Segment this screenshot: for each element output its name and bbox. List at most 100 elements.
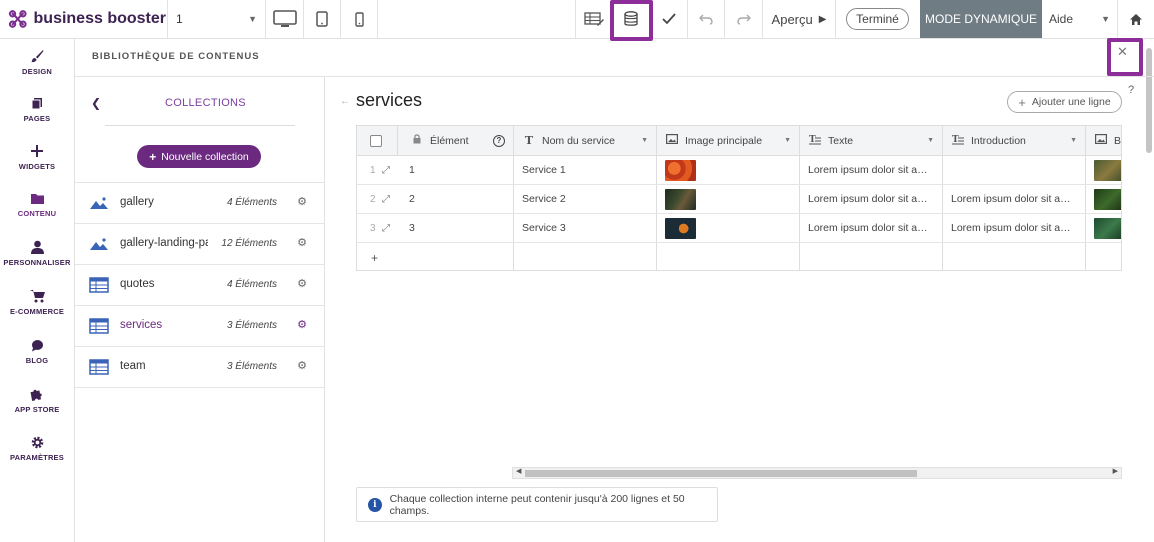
desktop-view-button[interactable] bbox=[266, 0, 304, 38]
mobile-view-button[interactable] bbox=[341, 0, 378, 38]
cell-partial[interactable] bbox=[1086, 185, 1121, 213]
column-header-nom-du-service[interactable]: T Nom du service ▼ bbox=[514, 126, 657, 155]
nav-ecommerce[interactable]: E-COMMERCE bbox=[0, 279, 74, 325]
tablet-icon bbox=[316, 11, 328, 27]
help-menu[interactable]: Aide ▼ bbox=[1042, 0, 1118, 38]
collection-item-team[interactable]: team 3 Éléments ⚙ bbox=[75, 347, 325, 388]
new-row[interactable]: + bbox=[357, 243, 1121, 270]
nav-pages[interactable]: PAGES bbox=[0, 86, 74, 132]
back-chevron-icon[interactable]: ❮ bbox=[91, 96, 101, 110]
page-selector[interactable]: 1 ▼ bbox=[167, 0, 266, 38]
column-header-partial[interactable]: Ba bbox=[1086, 126, 1121, 155]
select-all-checkbox[interactable] bbox=[370, 134, 382, 147]
nav-label: E-COMMERCE bbox=[9, 307, 65, 316]
cell-value: 2 bbox=[409, 193, 415, 205]
table-edit-button[interactable] bbox=[575, 0, 612, 38]
horizontal-scrollbar[interactable]: ◀ ▶ bbox=[512, 467, 1122, 479]
validate-button[interactable] bbox=[650, 0, 688, 38]
undo-button[interactable] bbox=[688, 0, 725, 38]
cell-element[interactable]: 3 bbox=[398, 214, 514, 242]
scrollbar-thumb[interactable] bbox=[525, 470, 917, 477]
collection-item-services[interactable]: services 3 Éléments ⚙ bbox=[75, 306, 325, 347]
gear-icon[interactable]: ⚙ bbox=[297, 236, 307, 249]
logo[interactable]: business booster bbox=[8, 3, 166, 35]
chevron-down-icon: ▼ bbox=[1101, 14, 1110, 24]
redo-icon bbox=[736, 14, 751, 25]
table-row[interactable]: 2 ⤢ 2 Service 2 Lorem ipsum dolor sit am… bbox=[357, 185, 1121, 214]
nav-label: BLOG bbox=[25, 356, 49, 365]
cell-image-principale[interactable] bbox=[657, 185, 800, 213]
pages-icon bbox=[31, 95, 43, 111]
gear-icon[interactable]: ⚙ bbox=[297, 277, 307, 290]
cell-introduction[interactable]: Lorem ipsum dolor sit amet bbox=[943, 185, 1086, 213]
cell-nom-du-service[interactable]: Service 2 bbox=[514, 185, 657, 213]
nav-design[interactable]: DESIGN bbox=[0, 39, 74, 85]
plus-icon[interactable]: + bbox=[371, 251, 378, 265]
desktop-icon bbox=[272, 10, 297, 27]
table-icon bbox=[89, 318, 109, 334]
scroll-right-icon[interactable]: ▶ bbox=[1113, 467, 1118, 475]
done-button[interactable]: Terminé bbox=[846, 8, 909, 30]
table-row[interactable]: 1 ⤢ 1 Service 1 Lorem ipsum dolor sit am… bbox=[357, 156, 1121, 185]
collection-name: team bbox=[120, 360, 146, 372]
nav-app-store[interactable]: APP STORE bbox=[0, 377, 74, 423]
cell-nom-du-service[interactable]: Service 1 bbox=[514, 156, 657, 184]
nav-label: CONTENU bbox=[17, 209, 57, 218]
cell-nom-du-service[interactable]: Service 3 bbox=[514, 214, 657, 242]
gallery-icon bbox=[90, 238, 108, 250]
expand-icon[interactable]: ⤢ bbox=[382, 165, 390, 176]
cell-image-principale[interactable] bbox=[657, 214, 800, 242]
folder-icon bbox=[30, 190, 44, 206]
nav-widgets[interactable]: WIDGETS bbox=[0, 134, 74, 180]
column-header-texte[interactable]: T Texte ▼ bbox=[800, 126, 943, 155]
nav-blog[interactable]: BLOG bbox=[0, 328, 74, 374]
table-edit-icon bbox=[583, 12, 604, 26]
nav-parametres[interactable]: PARAMÈTRES bbox=[0, 425, 74, 471]
cell-partial[interactable] bbox=[1086, 214, 1121, 242]
gear-icon[interactable]: ⚙ bbox=[297, 195, 307, 208]
redo-button[interactable] bbox=[725, 0, 763, 38]
column-header-introduction[interactable]: T Introduction ▼ bbox=[943, 126, 1086, 155]
cell-texte[interactable]: Lorem ipsum dolor sit amet bbox=[800, 214, 943, 242]
back-arrow-icon[interactable]: ← bbox=[340, 96, 350, 107]
add-row-button[interactable]: + Ajouter une ligne bbox=[1007, 91, 1122, 113]
gear-icon[interactable]: ⚙ bbox=[297, 359, 307, 372]
home-button[interactable] bbox=[1118, 0, 1154, 38]
collection-item-gallery[interactable]: gallery 4 Éléments ⚙ bbox=[75, 183, 325, 224]
preview-button[interactable]: Aperçu ▶ bbox=[763, 0, 836, 38]
add-row-cell[interactable]: + bbox=[357, 243, 514, 270]
nav-personnaliser[interactable]: PERSONNALISER bbox=[0, 230, 74, 276]
help-icon[interactable]: ? bbox=[1128, 84, 1134, 96]
dynamic-mode-button[interactable]: MODE DYNAMIQUE bbox=[920, 0, 1042, 38]
expand-icon[interactable]: ⤢ bbox=[382, 223, 390, 234]
cell-texte[interactable]: Lorem ipsum dolor sit amet bbox=[800, 185, 943, 213]
scroll-left-icon[interactable]: ◀ bbox=[516, 467, 521, 475]
cell-introduction[interactable] bbox=[943, 156, 1086, 184]
cell-element[interactable]: 2 bbox=[398, 185, 514, 213]
expand-icon[interactable]: ⤢ bbox=[382, 194, 390, 205]
table-row[interactable]: 3 ⤢ 3 Service 3 Lorem ipsum dolor sit am… bbox=[357, 214, 1121, 243]
column-header-image-principale[interactable]: Image principale ▼ bbox=[657, 126, 800, 155]
empty-cell bbox=[514, 243, 657, 270]
cell-value: 3 bbox=[409, 222, 415, 234]
tablet-view-button[interactable] bbox=[304, 0, 341, 38]
text-icon: T bbox=[524, 134, 534, 147]
image-icon bbox=[665, 134, 679, 147]
cell-image-principale[interactable] bbox=[657, 156, 800, 184]
cell-texte[interactable]: Lorem ipsum dolor sit amet bbox=[800, 156, 943, 184]
gear-icon[interactable]: ⚙ bbox=[297, 318, 307, 331]
cell-introduction[interactable]: Lorem ipsum dolor sit amet bbox=[943, 214, 1086, 242]
gallery-icon bbox=[90, 197, 108, 209]
info-text: Chaque collection interne peut contenir … bbox=[389, 492, 685, 517]
new-collection-button[interactable]: + Nouvelle collection bbox=[137, 145, 261, 168]
chevron-down-icon: ▼ bbox=[784, 137, 791, 144]
nav-contenu[interactable]: CONTENU bbox=[0, 181, 74, 227]
collection-item-quotes[interactable]: quotes 4 Éléments ⚙ bbox=[75, 265, 325, 306]
cell-partial[interactable] bbox=[1086, 156, 1121, 184]
help-circle-icon[interactable]: ? bbox=[493, 134, 505, 147]
plus-icon: + bbox=[1018, 94, 1026, 110]
column-label: Élément bbox=[430, 134, 469, 147]
cell-element[interactable]: 1 bbox=[398, 156, 514, 184]
collection-item-gallery-landing-page[interactable]: gallery-landing-page 12 Éléments ⚙ bbox=[75, 224, 325, 265]
column-header-element[interactable]: Élément ? bbox=[398, 126, 514, 155]
